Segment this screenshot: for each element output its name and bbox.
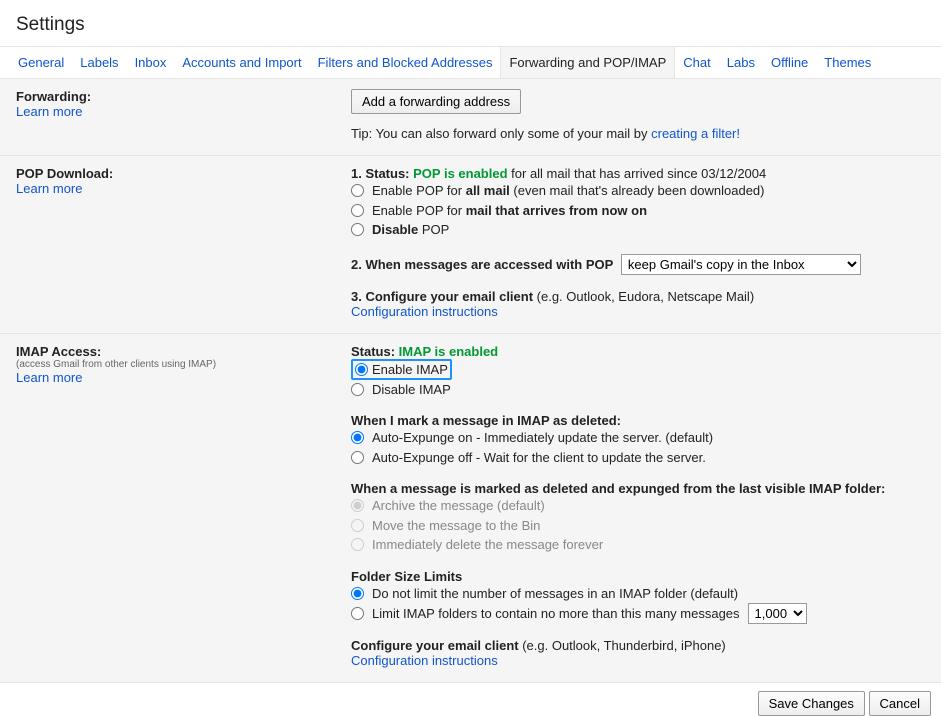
settings-content: Forwarding: Learn more Add a forwarding … [0, 79, 941, 683]
imap-enable-radio[interactable] [355, 363, 368, 376]
imap-expunge-heading: When a message is marked as deleted and … [351, 481, 885, 496]
pop-disable-row[interactable]: Disable POP [351, 220, 925, 240]
imap-autoexpunge-on-row[interactable]: Auto-Expunge on - Immediately update the… [351, 428, 925, 448]
forwarding-learn-more-link[interactable]: Learn more [16, 104, 351, 119]
imap-configure-heading: Configure your email client (e.g. Outloo… [351, 638, 726, 653]
imap-section: IMAP Access: (access Gmail from other cl… [0, 334, 941, 684]
imap-option-label: Auto-Expunge off - Wait for the client t… [372, 448, 706, 468]
imap-limit-radio[interactable] [351, 607, 364, 620]
imap-archive-radio [351, 499, 364, 512]
imap-autoexpunge-off-radio[interactable] [351, 451, 364, 464]
tab-accounts-and-import[interactable]: Accounts and Import [174, 47, 309, 78]
imap-delete-forever-radio [351, 538, 364, 551]
pop-section: POP Download: Learn more 1. Status: POP … [0, 156, 941, 334]
imap-autoexpunge-off-row[interactable]: Auto-Expunge off - Wait for the client t… [351, 448, 925, 468]
pop-enable-now-on-row[interactable]: Enable POP for mail that arrives from no… [351, 201, 925, 221]
tab-chat[interactable]: Chat [675, 47, 718, 78]
pop-enable-all-mail-radio[interactable] [351, 184, 364, 197]
cancel-button[interactable]: Cancel [869, 691, 931, 716]
imap-move-bin-radio [351, 519, 364, 532]
tab-themes[interactable]: Themes [816, 47, 879, 78]
imap-heading: IMAP Access: [16, 344, 351, 359]
imap-archive-row: Archive the message (default) [351, 496, 925, 516]
tab-general[interactable]: General [10, 47, 72, 78]
settings-tabs: GeneralLabelsInboxAccounts and ImportFil… [0, 46, 941, 79]
imap-option-label: Limit IMAP folders to contain no more th… [372, 604, 740, 624]
imap-option-label: Immediately delete the message forever [372, 535, 603, 555]
imap-option-label: Move the message to the Bin [372, 516, 540, 536]
pop-enable-all-mail-row[interactable]: Enable POP for all mail (even mail that'… [351, 181, 925, 201]
pop-learn-more-link[interactable]: Learn more [16, 181, 351, 196]
imap-enable-label: Enable IMAP [372, 362, 448, 377]
creating-filter-link[interactable]: creating a filter! [651, 126, 740, 141]
imap-limit-select[interactable]: 1,000 [748, 603, 807, 624]
pop-status-suffix: for all mail that has arrived since 03/1… [508, 166, 767, 181]
imap-status-enabled: IMAP is enabled [399, 344, 498, 359]
imap-limit-row[interactable]: Limit IMAP folders to contain no more th… [351, 603, 925, 624]
imap-autoexpunge-on-radio[interactable] [351, 431, 364, 444]
tab-offline[interactable]: Offline [763, 47, 816, 78]
imap-disable-label: Disable IMAP [372, 380, 451, 400]
pop-configure-heading: 3. Configure your email client (e.g. Out… [351, 289, 754, 304]
imap-nolimit-radio[interactable] [351, 587, 364, 600]
tab-labels[interactable]: Labels [72, 47, 126, 78]
imap-learn-more-link[interactable]: Learn more [16, 370, 351, 385]
pop-status-prefix: 1. Status: [351, 166, 413, 181]
pop-option-label: Enable POP for all mail (even mail that'… [372, 181, 765, 201]
pop-access-heading: 2. When messages are accessed with POP [351, 257, 613, 272]
forwarding-tip-text: Tip: You can also forward only some of y… [351, 126, 651, 141]
tab-filters-and-blocked-addresses[interactable]: Filters and Blocked Addresses [310, 47, 501, 78]
imap-status-line: Status: IMAP is enabled [351, 344, 925, 359]
imap-disable-row[interactable]: Disable IMAP [351, 380, 925, 400]
pop-option-label: Disable POP [372, 220, 449, 240]
button-row: Save Changes Cancel [0, 683, 941, 716]
imap-option-label: Archive the message (default) [372, 496, 545, 516]
imap-enable-highlight: Enable IMAP [351, 359, 452, 380]
imap-status-label: Status: [351, 344, 399, 359]
pop-access-select[interactable]: keep Gmail's copy in the Inbox [621, 254, 861, 275]
forwarding-tip: Tip: You can also forward only some of y… [351, 126, 925, 141]
forwarding-section: Forwarding: Learn more Add a forwarding … [0, 79, 941, 156]
add-forwarding-address-button[interactable]: Add a forwarding address [351, 89, 521, 114]
tab-forwarding-and-pop-imap[interactable]: Forwarding and POP/IMAP [500, 47, 675, 78]
pop-status-enabled: POP is enabled [413, 166, 507, 181]
imap-subnote: (access Gmail from other clients using I… [16, 359, 351, 370]
imap-configuration-instructions-link[interactable]: Configuration instructions [351, 653, 498, 668]
pop-heading: POP Download: [16, 166, 351, 181]
page-title: Settings [0, 0, 941, 46]
imap-delete-forever-row: Immediately delete the message forever [351, 535, 925, 555]
pop-option-label: Enable POP for mail that arrives from no… [372, 201, 647, 221]
tab-labs[interactable]: Labs [719, 47, 763, 78]
pop-status-line: 1. Status: POP is enabled for all mail t… [351, 166, 925, 181]
imap-folder-heading: Folder Size Limits [351, 569, 462, 584]
imap-nolimit-row[interactable]: Do not limit the number of messages in a… [351, 584, 925, 604]
save-changes-button[interactable]: Save Changes [758, 691, 865, 716]
imap-option-label: Auto-Expunge on - Immediately update the… [372, 428, 713, 448]
imap-mark-heading: When I mark a message in IMAP as deleted… [351, 413, 621, 428]
pop-enable-now-on-radio[interactable] [351, 204, 364, 217]
forwarding-heading: Forwarding: [16, 89, 351, 104]
pop-disable-radio[interactable] [351, 223, 364, 236]
tab-inbox[interactable]: Inbox [127, 47, 175, 78]
imap-option-label: Do not limit the number of messages in a… [372, 584, 738, 604]
imap-move-bin-row: Move the message to the Bin [351, 516, 925, 536]
imap-disable-radio[interactable] [351, 383, 364, 396]
pop-configuration-instructions-link[interactable]: Configuration instructions [351, 304, 498, 319]
